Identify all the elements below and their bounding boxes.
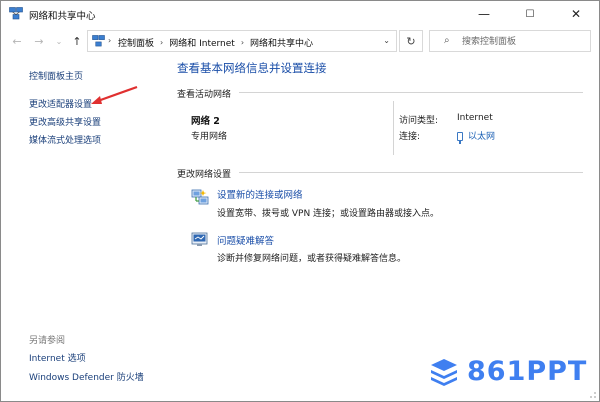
breadcrumb-control-panel[interactable]: 控制面板 bbox=[118, 36, 154, 49]
refresh-button[interactable]: ↻ bbox=[399, 30, 423, 52]
troubleshoot-icon bbox=[191, 232, 208, 246]
ethernet-icon bbox=[457, 132, 463, 144]
search-box[interactable]: ⌕ bbox=[429, 30, 591, 52]
change-adapter-settings-link[interactable]: 更改适配器设置 bbox=[29, 97, 92, 110]
window-title: 网络和共享中心 bbox=[29, 11, 96, 22]
access-type-value: Internet bbox=[457, 113, 493, 123]
network-info-divider bbox=[393, 101, 394, 155]
watermark-text: 861PPT bbox=[467, 355, 588, 387]
network-setup-icon bbox=[191, 189, 209, 205]
watermark-logo: 861PPT bbox=[429, 353, 599, 389]
breadcrumb-root-chevron-icon[interactable]: › bbox=[108, 36, 111, 45]
see-also-heading: 另请参阅 bbox=[29, 336, 66, 346]
layers-logo-icon bbox=[431, 359, 457, 386]
recent-locations-chevron-icon[interactable]: ⌄ bbox=[51, 34, 67, 48]
troubleshoot-problems-description: 诊断并修复网络问题，或者获得疑难解答信息。 bbox=[217, 254, 407, 264]
network-center-icon bbox=[92, 35, 105, 47]
search-input[interactable] bbox=[462, 34, 586, 49]
troubleshoot-problems-link[interactable]: 问题疑难解答 bbox=[217, 233, 274, 247]
close-button[interactable]: ✕ bbox=[553, 1, 599, 27]
active-networks-heading: 查看活动网络 bbox=[177, 90, 232, 100]
back-button[interactable]: ← bbox=[9, 34, 25, 48]
up-button[interactable]: ↑ bbox=[69, 34, 85, 48]
breadcrumb-separator-icon[interactable]: › bbox=[160, 38, 163, 47]
address-box[interactable]: › 控制面板 › 网络和 Internet › 网络和共享中心 ⌄ bbox=[87, 30, 397, 52]
breadcrumb-network-sharing-center[interactable]: 网络和共享中心 bbox=[250, 36, 313, 49]
ethernet-link-label: 以太网 bbox=[468, 132, 496, 142]
network-center-icon bbox=[9, 7, 23, 20]
search-icon: ⌕ bbox=[444, 35, 450, 46]
change-advanced-sharing-link[interactable]: 更改高级共享设置 bbox=[29, 115, 101, 128]
setup-new-connection-description: 设置宽带、拨号或 VPN 连接；或设置路由器或接入点。 bbox=[217, 209, 440, 219]
setup-new-connection-link[interactable]: 设置新的连接或网络 bbox=[217, 187, 303, 201]
change-network-settings-heading: 更改网络设置 bbox=[177, 170, 232, 180]
network-sharing-center-window: 网络和共享中心 — ☐ ✕ ← → ⌄ ↑ › 控制面板 › 网络和 Inter… bbox=[0, 0, 600, 402]
minimize-button[interactable]: — bbox=[461, 1, 507, 27]
breadcrumb: 控制面板 › 网络和 Internet › 网络和共享中心 bbox=[118, 36, 313, 49]
maximize-button[interactable]: ☐ bbox=[507, 1, 553, 27]
annotation-arrow-icon bbox=[91, 85, 138, 104]
title-bar: 网络和共享中心 — ☐ ✕ bbox=[1, 1, 599, 27]
address-dropdown-icon[interactable]: ⌄ bbox=[383, 36, 390, 45]
resize-grip-icon[interactable] bbox=[585, 387, 597, 399]
internet-options-link[interactable]: Internet 选项 bbox=[29, 351, 86, 364]
windows-defender-firewall-link[interactable]: Windows Defender 防火墙 bbox=[29, 370, 144, 383]
breadcrumb-separator-icon[interactable]: › bbox=[241, 38, 244, 47]
section-divider bbox=[239, 172, 583, 173]
page-title: 查看基本网络信息并设置连接 bbox=[177, 61, 327, 75]
section-divider bbox=[239, 92, 583, 93]
address-toolbar: ← → ⌄ ↑ › 控制面板 › 网络和 Internet › 网络和共享中心 … bbox=[1, 27, 599, 55]
network-name: 网络 2 bbox=[191, 116, 220, 127]
media-streaming-options-link[interactable]: 媒体流式处理选项 bbox=[29, 133, 101, 146]
forward-button[interactable]: → bbox=[31, 34, 47, 48]
control-panel-home-link[interactable]: 控制面板主页 bbox=[29, 69, 83, 82]
breadcrumb-network-internet[interactable]: 网络和 Internet bbox=[169, 36, 235, 49]
network-type-link: 专用网络 bbox=[191, 132, 228, 142]
connections-label: 连接: bbox=[399, 132, 421, 142]
main-pane: 查看基本网络信息并设置连接 查看活动网络 网络 2 专用网络 访问类型: Int… bbox=[167, 55, 599, 401]
access-type-label: 访问类型: bbox=[399, 116, 439, 126]
connection-ethernet-link[interactable]: 以太网 bbox=[457, 129, 496, 144]
